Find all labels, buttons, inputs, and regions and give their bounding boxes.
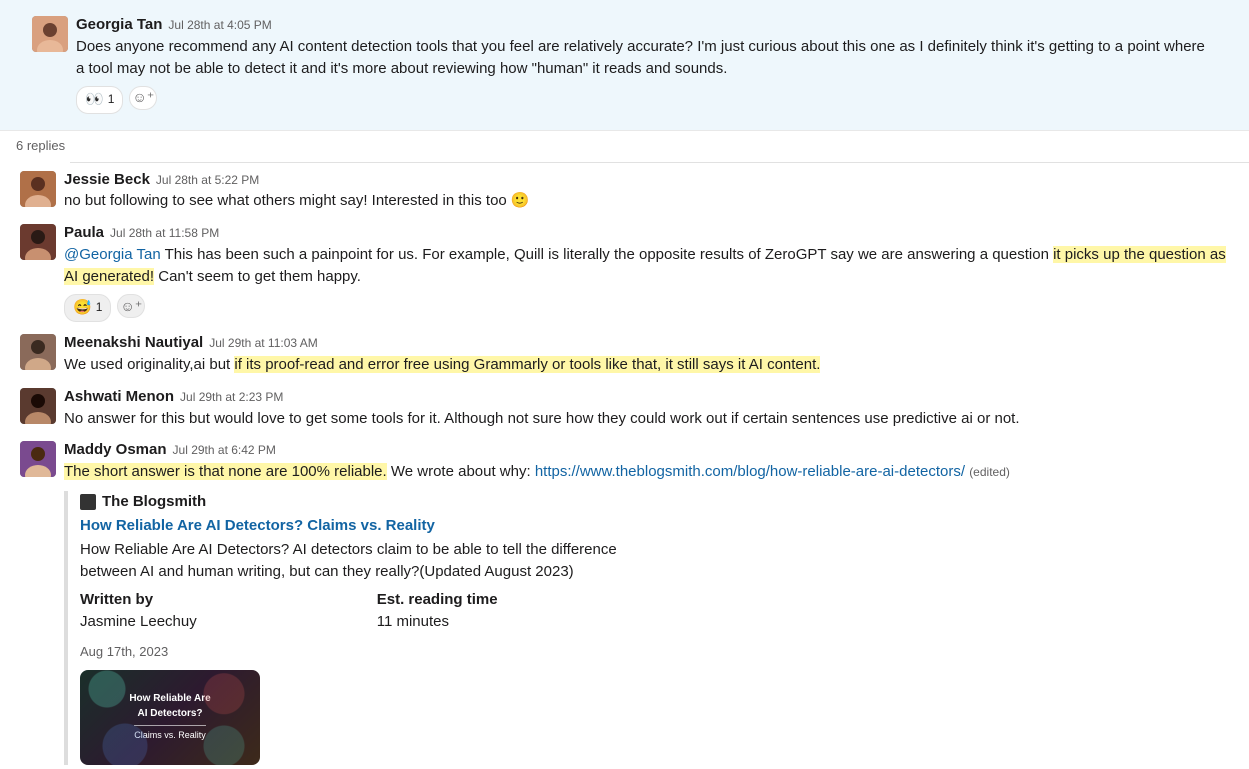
avatar[interactable]: [20, 171, 56, 207]
eyes-icon: 👀: [85, 89, 104, 111]
message-header: Georgia Tan Jul 28th at 4:05 PM: [76, 14, 1217, 36]
message-text: We used originality,ai but if its proof-…: [64, 354, 1233, 376]
message-body: Paula Jul 28th at 11:58 PM @Georgia Tan …: [64, 222, 1233, 322]
message-text: @Georgia Tan This has been such a painpo…: [64, 244, 1233, 288]
reaction-sweat-smile[interactable]: 😅 1: [64, 294, 111, 322]
person-icon: [20, 388, 56, 424]
message-header: Paula Jul 28th at 11:58 PM: [64, 222, 1233, 244]
author-name[interactable]: Georgia Tan: [76, 14, 162, 36]
text-segment: This has been such a painpoint for us. F…: [161, 246, 1053, 263]
author-name[interactable]: Ashwati Menon: [64, 386, 174, 408]
message-text: Does anyone recommend any AI content det…: [76, 36, 1217, 80]
meta-value: 11 minutes: [377, 611, 498, 633]
message-header: Ashwati Menon Jul 29th at 2:23 PM: [64, 386, 1233, 408]
root-message: Georgia Tan Jul 28th at 4:05 PM Does any…: [0, 0, 1249, 131]
link-preview-title[interactable]: How Reliable Are AI Detectors? Claims vs…: [80, 515, 1233, 537]
reply-message: Ashwati Menon Jul 29th at 2:23 PM No ans…: [0, 380, 1249, 434]
smile-icon: 🙂: [511, 192, 530, 209]
add-reaction-button[interactable]: ☺⁺: [129, 86, 157, 110]
message-timestamp[interactable]: Jul 29th at 11:03 AM: [209, 335, 318, 353]
link-preview-meta: Written by Jasmine Leechuy Est. reading …: [80, 589, 1233, 633]
user-mention[interactable]: @Georgia Tan: [64, 246, 161, 263]
add-reaction-icon: ☺⁺: [121, 296, 143, 316]
thumb-text: Claims vs. Reality: [134, 725, 206, 742]
text-segment: We used originality,ai but: [64, 356, 234, 373]
message-header: Maddy Osman Jul 29th at 6:42 PM: [64, 439, 1233, 461]
message-body: Jessie Beck Jul 28th at 5:22 PM no but f…: [64, 169, 1233, 213]
message-body: Ashwati Menon Jul 29th at 2:23 PM No ans…: [64, 386, 1233, 430]
avatar[interactable]: [20, 334, 56, 370]
thumb-text: AI Detectors?: [137, 707, 202, 722]
avatar[interactable]: [20, 224, 56, 260]
reactions-bar: 👀 1 ☺⁺: [76, 86, 1217, 114]
message-body: Meenakshi Nautiyal Jul 29th at 11:03 AM …: [64, 332, 1233, 376]
external-link[interactable]: https://www.theblogsmith.com/blog/how-re…: [535, 463, 965, 480]
highlighted-text: The short answer is that none are 100% r…: [64, 463, 387, 480]
message-header: Meenakshi Nautiyal Jul 29th at 11:03 AM: [64, 332, 1233, 354]
add-reaction-icon: ☺⁺: [133, 87, 155, 107]
person-icon: [20, 224, 56, 260]
link-preview-description: How Reliable Are AI Detectors? AI detect…: [80, 539, 640, 583]
highlighted-text: if its proof-read and error free using G…: [234, 356, 820, 373]
meta-reading-time: Est. reading time 11 minutes: [377, 589, 498, 633]
site-favicon-icon: [80, 494, 96, 510]
reply-message: Paula Jul 28th at 11:58 PM @Georgia Tan …: [0, 216, 1249, 326]
reaction-count: 1: [96, 299, 103, 317]
message-body: Maddy Osman Jul 29th at 6:42 PM The shor…: [64, 439, 1233, 764]
meta-value: Jasmine Leechuy: [80, 611, 197, 633]
text-segment: Can't seem to get them happy.: [154, 268, 361, 285]
edited-label: (edited): [969, 465, 1010, 479]
link-preview-date: Aug 17th, 2023: [80, 643, 1233, 662]
message-text: The short answer is that none are 100% r…: [64, 461, 1233, 483]
person-icon: [20, 441, 56, 477]
thread-replies-count: 6 replies: [0, 131, 1249, 162]
add-reaction-button[interactable]: ☺⁺: [117, 294, 145, 318]
avatar[interactable]: [20, 388, 56, 424]
message-timestamp[interactable]: Jul 28th at 5:22 PM: [156, 172, 259, 190]
avatar[interactable]: [20, 441, 56, 477]
message-header: Jessie Beck Jul 28th at 5:22 PM: [64, 169, 1233, 191]
link-preview-thumbnail[interactable]: How Reliable Are AI Detectors? Claims vs…: [80, 670, 260, 765]
person-icon: [20, 171, 56, 207]
message-timestamp[interactable]: Jul 29th at 2:23 PM: [180, 389, 283, 407]
person-icon: [32, 16, 68, 52]
author-name[interactable]: Maddy Osman: [64, 439, 167, 461]
reactions-bar: 😅 1 ☺⁺: [64, 294, 1233, 322]
author-name[interactable]: Jessie Beck: [64, 169, 150, 191]
thumb-text: How Reliable Are: [129, 692, 210, 707]
message-timestamp[interactable]: Jul 28th at 4:05 PM: [168, 17, 271, 35]
message-text: No answer for this but would love to get…: [64, 408, 1233, 430]
meta-label: Written by: [80, 589, 197, 611]
message-text: no but following to see what others migh…: [64, 190, 1233, 212]
reaction-eyes[interactable]: 👀 1: [76, 86, 123, 114]
thread-replies: Jessie Beck Jul 28th at 5:22 PM no but f…: [0, 163, 1249, 769]
avatar[interactable]: [32, 16, 68, 52]
sweat-smile-icon: 😅: [73, 297, 92, 319]
message-body: Georgia Tan Jul 28th at 4:05 PM Does any…: [76, 14, 1217, 114]
text-segment: no but following to see what others migh…: [64, 192, 511, 209]
reply-message: Maddy Osman Jul 29th at 6:42 PM The shor…: [0, 433, 1249, 768]
text-segment: We wrote about why:: [387, 463, 535, 480]
message-timestamp[interactable]: Jul 29th at 6:42 PM: [173, 442, 276, 460]
link-preview: The Blogsmith How Reliable Are AI Detect…: [64, 491, 1233, 764]
person-icon: [20, 334, 56, 370]
reaction-count: 1: [108, 91, 115, 109]
text-segment: No answer for this but would love to get…: [64, 410, 1020, 427]
meta-label: Est. reading time: [377, 589, 498, 611]
link-preview-site: The Blogsmith: [80, 491, 1233, 513]
author-name[interactable]: Paula: [64, 222, 104, 244]
message: Georgia Tan Jul 28th at 4:05 PM Does any…: [16, 8, 1233, 118]
message-timestamp[interactable]: Jul 28th at 11:58 PM: [110, 225, 219, 243]
meta-written-by: Written by Jasmine Leechuy: [80, 589, 197, 633]
reply-message: Meenakshi Nautiyal Jul 29th at 11:03 AM …: [0, 326, 1249, 380]
reply-message: Jessie Beck Jul 28th at 5:22 PM no but f…: [0, 163, 1249, 217]
author-name[interactable]: Meenakshi Nautiyal: [64, 332, 203, 354]
site-name: The Blogsmith: [102, 491, 206, 513]
